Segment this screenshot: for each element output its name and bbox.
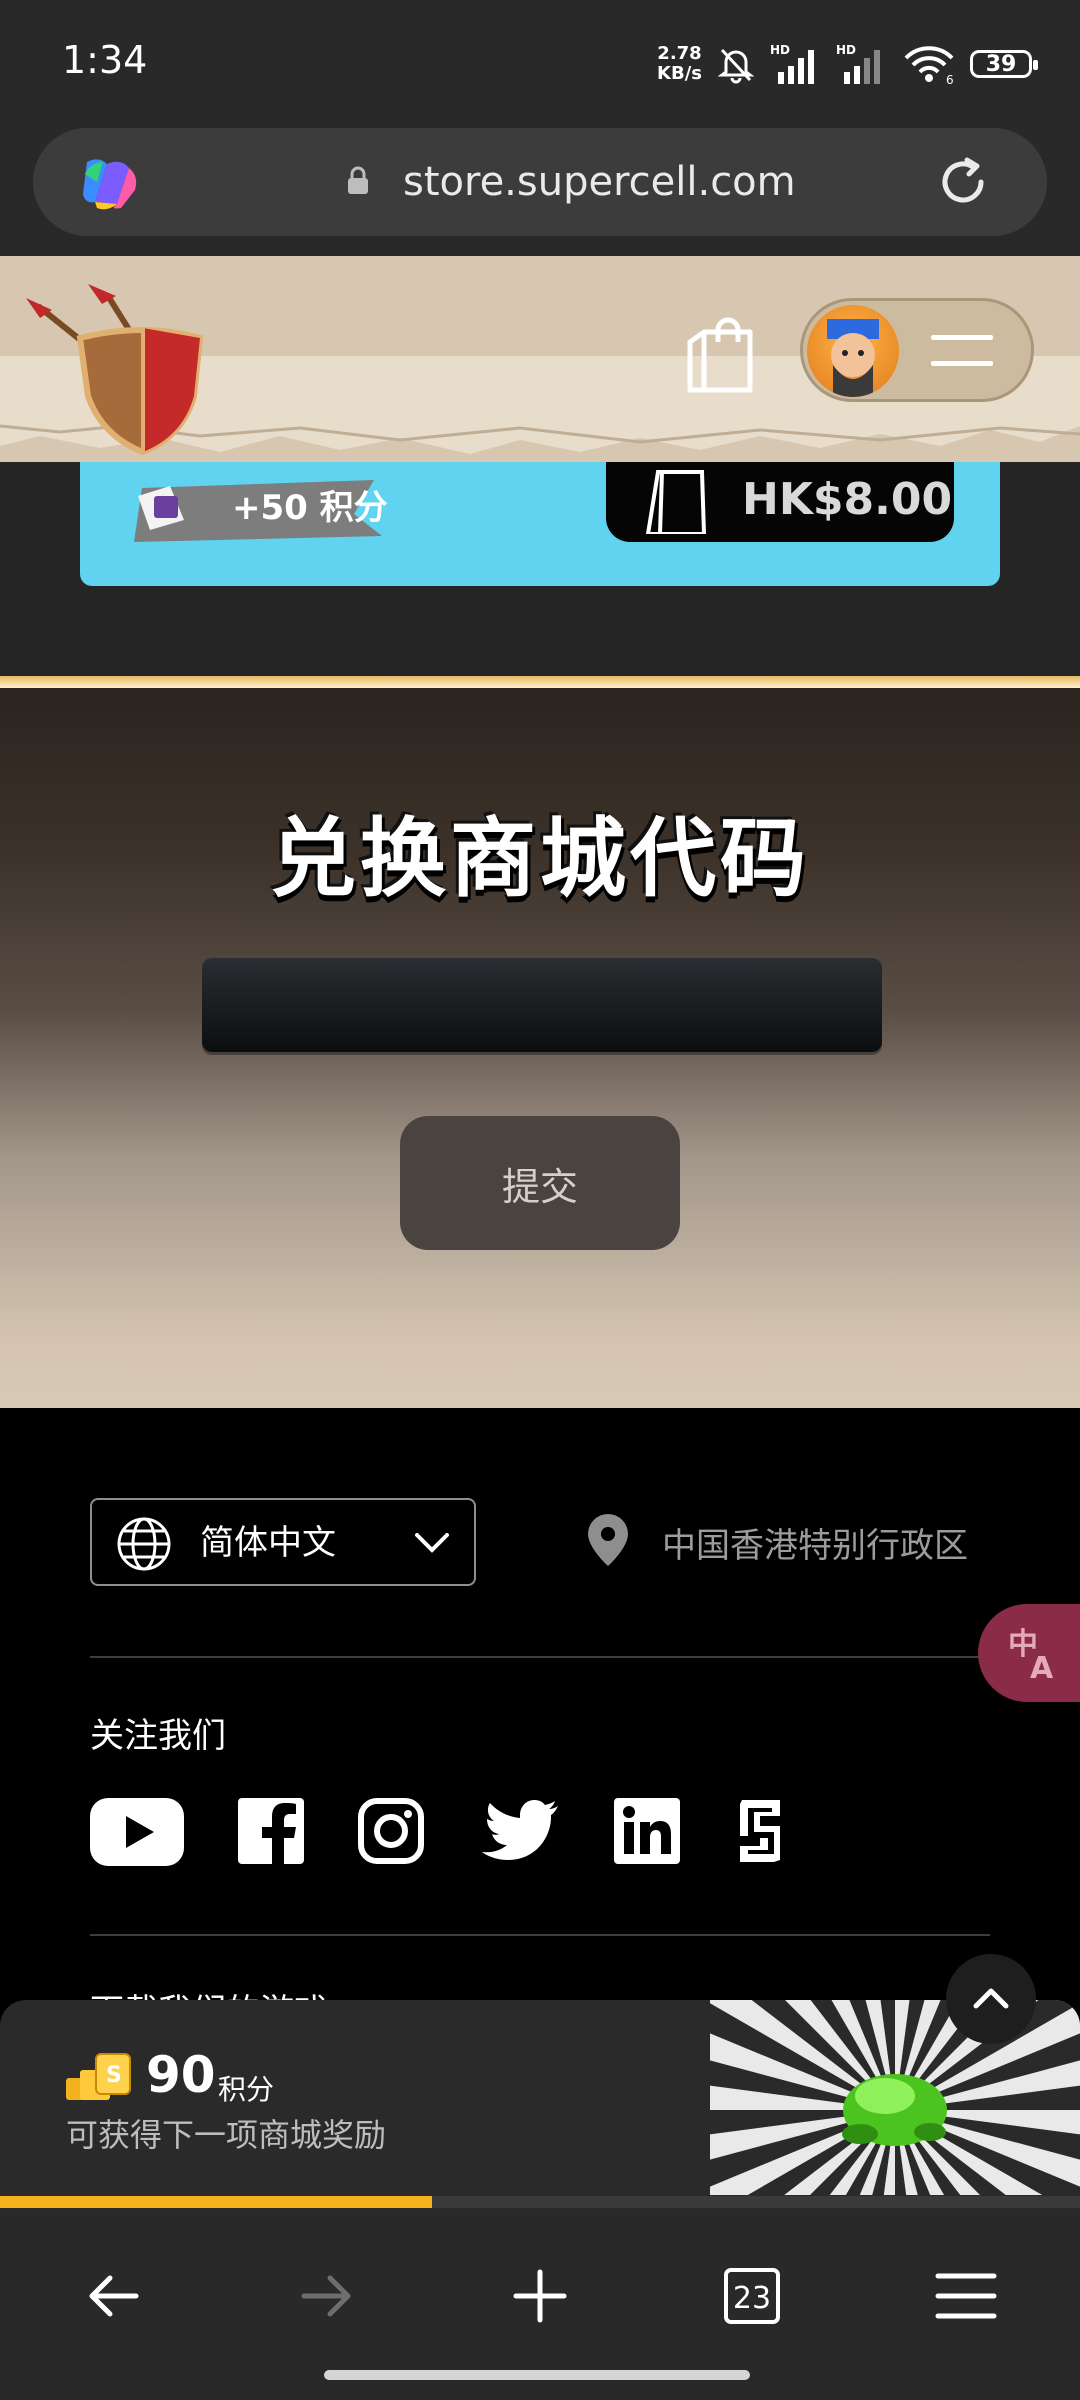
tabs-icon: 23 <box>724 2268 780 2324</box>
youtube-icon[interactable] <box>90 1798 184 1866</box>
back-arrow-icon[interactable] <box>74 2256 154 2336</box>
redeem-code-section: 兑换商城代码 提交 <box>0 688 1080 1408</box>
redeem-title: 兑换商城代码 <box>270 809 810 909</box>
svg-text:6: 6 <box>946 73 954 86</box>
mute-bell-icon <box>717 48 755 84</box>
divider <box>90 1934 990 1936</box>
status-time: 1:34 <box>62 38 148 82</box>
address-bar[interactable]: store.supercell.com <box>33 128 1047 236</box>
language-selector[interactable]: 简体中文 <box>90 1498 476 1586</box>
twitter-icon[interactable] <box>480 1798 560 1864</box>
instagram-icon[interactable] <box>358 1798 424 1864</box>
reward-progress-fill <box>0 2196 432 2208</box>
home-indicator[interactable] <box>324 2370 750 2380</box>
scroll-to-top-button[interactable] <box>946 1954 1036 2044</box>
signal-1-icon: HD <box>770 43 814 84</box>
lock-icon <box>348 166 368 194</box>
svg-text:HD: HD <box>836 43 856 57</box>
avatar[interactable] <box>807 305 899 397</box>
copilot-icon[interactable] <box>77 154 141 212</box>
footer: 简体中文 中国香港特别行政区 中 A 关注我们 <box>0 1408 1080 2032</box>
divider <box>90 1656 990 1658</box>
globe-icon <box>117 1517 171 1571</box>
svg-text:HD: HD <box>770 43 790 57</box>
shopping-bag-icon <box>645 470 707 534</box>
chevron-up-icon <box>973 1988 1009 2009</box>
submit-button[interactable]: 提交 <box>400 1116 680 1250</box>
forward-arrow-icon[interactable] <box>286 2256 366 2336</box>
browser-toolbar: store.supercell.com <box>0 128 1080 256</box>
store-header <box>0 256 1080 462</box>
clash-of-clans-logo[interactable] <box>18 276 208 456</box>
supercell-icon[interactable] <box>734 1798 784 1864</box>
next-reward-text: 可获得下一项商城奖励 <box>66 2116 387 2154</box>
network-speed: 2.78 KB/s <box>657 43 702 84</box>
points-value: 90 <box>146 2046 216 2104</box>
translate-icon: 中 A <box>1008 1627 1054 1682</box>
king-avatar-icon <box>827 319 879 397</box>
follow-us-title: 关注我们 <box>90 1716 226 1756</box>
offer-section: +50 积分 HK$8.00 <box>0 462 1080 676</box>
store-code-input[interactable] <box>202 958 882 1052</box>
offer-card[interactable]: +50 积分 HK$8.00 <box>80 462 1000 586</box>
offer-price: HK$8.00 <box>742 474 953 525</box>
rewards-progress-bar[interactable]: S 90 积分 可获得下一项商城奖励 <box>0 2000 1080 2210</box>
offer-points: +50 积分 <box>232 488 388 528</box>
svg-text:A: A <box>1030 1651 1054 1682</box>
shopping-bag-icon[interactable] <box>680 316 760 396</box>
points-unit: 积分 <box>218 2073 275 2106</box>
signal-2-icon: HD <box>836 43 880 84</box>
translate-button[interactable]: 中 A <box>978 1604 1080 1702</box>
chevron-down-icon <box>415 1533 449 1553</box>
tabs-button[interactable]: 23 <box>712 2256 792 2336</box>
gold-coins-icon: S <box>66 2053 131 2100</box>
status-icons: 2.78 KB/s HD HD 6 39 <box>657 36 1038 92</box>
wifi-icon: 6 <box>904 46 954 86</box>
location-pin-icon <box>588 1514 628 1566</box>
reload-icon[interactable] <box>933 152 993 212</box>
section-divider <box>0 676 1080 688</box>
status-bar: 1:34 2.78 KB/s HD HD 6 39 <box>0 0 1080 128</box>
account-menu-button[interactable] <box>800 298 1034 402</box>
region-label[interactable]: 中国香港特别行政区 <box>662 1518 968 1567</box>
svg-text:23: 23 <box>733 2281 771 2316</box>
url-text[interactable]: store.supercell.com <box>403 152 796 212</box>
buy-button[interactable]: HK$8.00 <box>606 462 954 542</box>
battery-indicator: 39 <box>970 50 1038 78</box>
menu-icon[interactable] <box>926 2256 1006 2336</box>
svg-text:S: S <box>106 2063 122 2088</box>
browser-navigation-bar: 23 <box>0 2210 1080 2400</box>
facebook-icon[interactable] <box>238 1798 304 1864</box>
reward-progress-track <box>0 2196 1080 2208</box>
new-tab-plus-icon[interactable] <box>500 2256 580 2336</box>
hamburger-menu-icon[interactable] <box>931 331 993 371</box>
language-label: 简体中文 <box>200 1523 336 1563</box>
linkedin-icon[interactable] <box>614 1798 680 1864</box>
